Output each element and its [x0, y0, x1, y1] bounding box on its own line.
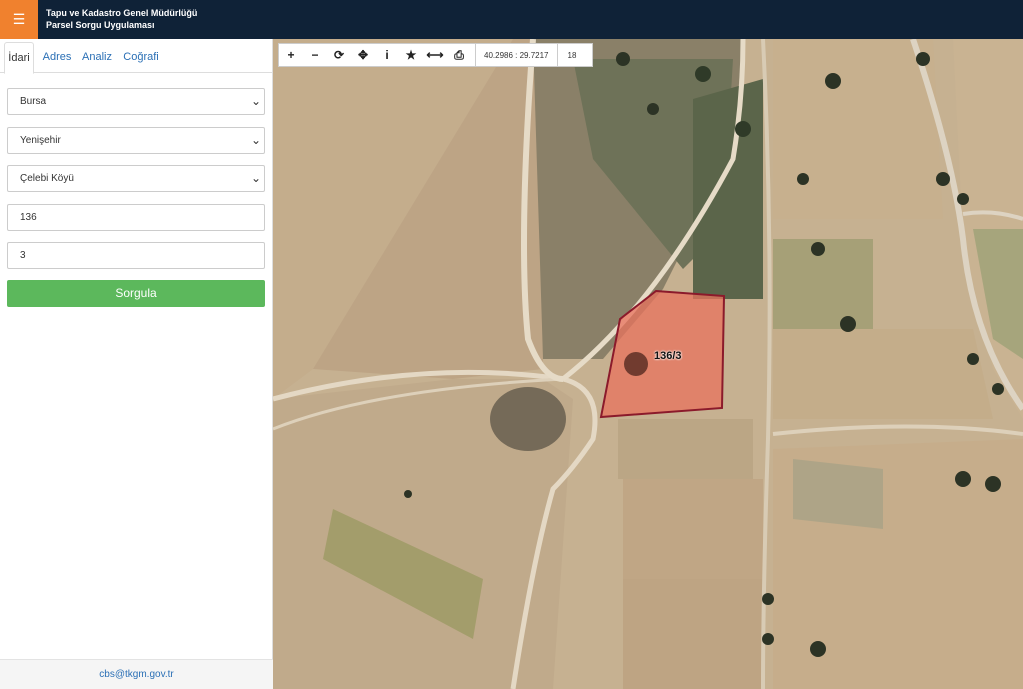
star-icon[interactable]: ★	[399, 44, 423, 66]
parcel-value: 3	[20, 250, 26, 261]
tab-analiz[interactable]: Analiz	[80, 42, 114, 73]
print-icon[interactable]: ⎙	[447, 44, 471, 66]
neighborhood-value: Çelebi Köyü	[20, 173, 74, 184]
province-value: Bursa	[20, 96, 47, 107]
tab-idari[interactable]: İdari	[4, 42, 34, 74]
menu-icon: ☰	[12, 11, 26, 27]
satellite-imagery	[273, 39, 1023, 689]
chevron-down-icon: ⌄	[250, 133, 261, 147]
tab-bar: İdari Adres Analiz Coğrafi	[0, 42, 273, 74]
minus-icon[interactable]: −	[303, 44, 327, 66]
parcel-label: 136/3	[654, 350, 682, 362]
query-button[interactable]: Sorgula	[7, 280, 265, 307]
district-value: Yenişehir	[20, 135, 61, 146]
footer-email-link[interactable]: cbs@tkgm.gov.tr	[0, 659, 273, 689]
chevron-down-icon: ⌄	[250, 94, 261, 108]
coordinate-readout: 40.2986 : 29.7217	[475, 44, 558, 66]
map-view[interactable]: 136/3	[273, 39, 1023, 689]
block-value: 136	[20, 212, 37, 223]
block-input[interactable]: 136	[7, 204, 265, 231]
chevron-down-icon: ⌄	[250, 171, 261, 185]
tab-adres[interactable]: Adres	[40, 42, 74, 73]
tab-cografi[interactable]: Coğrafi	[120, 42, 162, 73]
district-select[interactable]: Yenişehir ⌄	[7, 127, 265, 154]
title-line-1: Tapu ve Kadastro Genel Müdürlüğü	[46, 8, 198, 18]
crosshair-icon[interactable]: ✥	[351, 44, 375, 66]
parcel-input[interactable]: 3	[7, 242, 265, 269]
app-header: ☰ Tapu ve Kadastro Genel Müdürlüğü Parse…	[0, 0, 1023, 39]
sidebar: İdari Adres Analiz Coğrafi Bursa ⌄ Yeniş…	[0, 39, 273, 689]
title-line-2: Parsel Sorgu Uygulaması	[46, 20, 155, 30]
app-title: Tapu ve Kadastro Genel Müdürlüğü Parsel …	[46, 7, 197, 31]
zoom-level: 18	[567, 50, 577, 60]
map-toolbar: + − ⟳ ✥ i ★ ⟷ ⎙ 40.2986 : 29.7217 18	[278, 43, 593, 67]
neighborhood-select[interactable]: Çelebi Köyü ⌄	[7, 165, 265, 192]
info-icon[interactable]: i	[375, 44, 399, 66]
hamburger-menu-button[interactable]: ☰	[0, 0, 38, 39]
refresh-icon[interactable]: ⟳	[327, 44, 351, 66]
province-select[interactable]: Bursa ⌄	[7, 88, 265, 115]
measure-icon[interactable]: ⟷	[423, 44, 447, 66]
plus-icon[interactable]: +	[279, 44, 303, 66]
